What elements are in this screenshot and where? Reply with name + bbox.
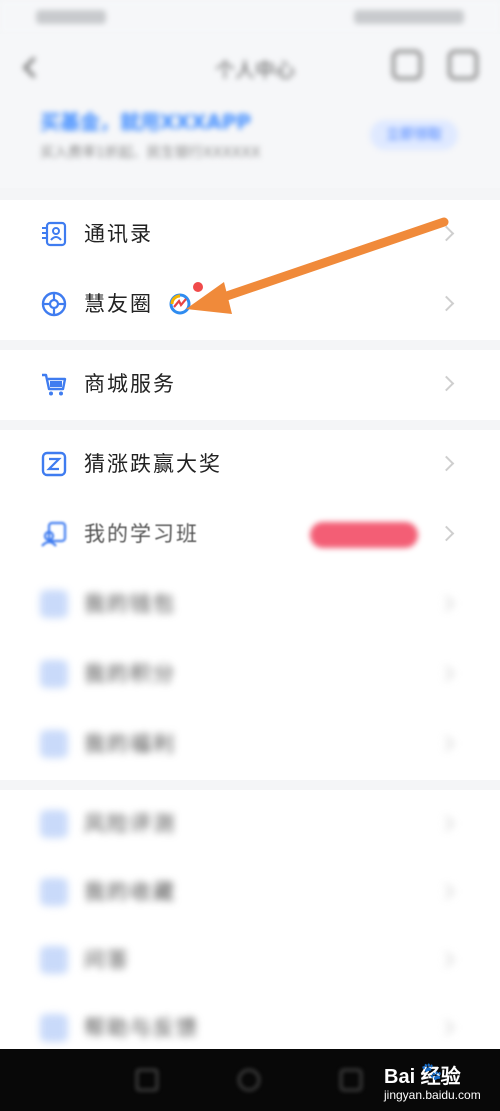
chevron-right-icon	[438, 1019, 455, 1036]
status-time	[36, 10, 106, 24]
menu-item-label: 帮助与反馈	[84, 1016, 199, 1040]
nav-recents-button[interactable]	[340, 1069, 362, 1091]
hot-badge-icon	[169, 293, 191, 315]
menu-item-label: 慧友圈	[84, 292, 153, 316]
menu-item-blurred[interactable]: 我的收藏	[0, 858, 500, 928]
nav-back-button[interactable]	[136, 1069, 158, 1091]
page-title: 个人中心	[215, 58, 295, 82]
paw-icon: 🐾	[421, 1062, 443, 1082]
new-notification-dot	[193, 282, 203, 292]
menu-item-blurred[interactable]: 风险评测	[0, 790, 500, 860]
promo-banner[interactable]: 买基金，就用XXXAPP 买入费率1折起、民生银行XXXXXX 立即领取	[0, 100, 500, 188]
chevron-right-icon	[438, 883, 455, 900]
status-icons	[354, 10, 464, 24]
wallet-icon	[40, 590, 68, 618]
menu-item-label: 通讯录	[84, 222, 153, 246]
menu-item-mall[interactable]: 商城服务	[0, 350, 500, 420]
menu-item-label: 我的钱包	[84, 592, 176, 616]
menu-group-activities: 猜涨跌赢大奖 我的学习班 我的钱包 我的积分 我的福利	[0, 430, 500, 780]
menu-item-label: 我的福利	[84, 732, 176, 756]
banner-subtitle: 买入费率1折起、民生银行XXXXXX	[40, 145, 261, 161]
menu-item-study[interactable]: 我的学习班	[0, 500, 500, 570]
gift-icon	[40, 730, 68, 758]
contacts-icon	[42, 221, 67, 247]
menu-item-blurred[interactable]: 我的福利	[0, 710, 500, 780]
chevron-right-icon	[438, 735, 455, 752]
risk-icon	[40, 810, 68, 838]
question-icon	[40, 946, 68, 974]
points-icon	[40, 660, 68, 688]
chevron-right-icon	[438, 375, 455, 392]
chevron-right-icon	[438, 225, 455, 242]
menu-item-moments[interactable]: 慧友圈	[0, 270, 500, 340]
menu-item-blurred[interactable]: 问答	[0, 926, 500, 996]
menu-item-blurred[interactable]: 我的积分	[0, 640, 500, 710]
menu-item-label: 我的学习班	[84, 522, 199, 546]
cart-icon	[42, 373, 67, 396]
help-icon	[40, 1014, 68, 1042]
chevron-right-icon	[438, 525, 455, 542]
service-icon[interactable]	[392, 50, 422, 80]
star-icon	[40, 878, 68, 906]
nav-home-button[interactable]	[238, 1069, 260, 1091]
guess-icon	[41, 451, 67, 477]
menu-item-blurred[interactable]: 我的钱包	[0, 570, 500, 640]
chevron-right-icon	[438, 815, 455, 832]
status-bar	[0, 0, 500, 34]
watermark: Bai 经验 🐾 jingyan.baidu.com	[384, 1060, 496, 1106]
menu-item-contacts[interactable]: 通讯录	[0, 200, 500, 270]
menu-group-other: 风险评测 我的收藏 问答 帮助与反馈	[0, 790, 500, 1049]
settings-icon[interactable]	[448, 50, 478, 80]
chevron-right-icon	[438, 295, 455, 312]
back-icon[interactable]	[16, 52, 46, 82]
menu-item-label: 我的积分	[84, 662, 176, 686]
promo-tag	[310, 522, 418, 548]
chevron-right-icon	[438, 951, 455, 968]
menu-item-label: 商城服务	[84, 372, 176, 396]
menu-item-label: 问答	[84, 948, 130, 972]
banner-title: 买基金，就用XXXAPP	[40, 110, 252, 134]
menu-group-mall: 商城服务	[0, 350, 500, 420]
study-icon	[41, 521, 67, 547]
menu-group-social: 通讯录 慧友圈	[0, 200, 500, 340]
chevron-right-icon	[438, 665, 455, 682]
banner-button[interactable]: 立即领取	[370, 120, 458, 150]
chevron-right-icon	[438, 455, 455, 472]
top-bar: 个人中心	[0, 34, 500, 100]
watermark-site: jingyan.baidu.com	[384, 1088, 481, 1102]
moments-icon	[41, 291, 67, 317]
menu-item-label: 风险评测	[84, 812, 176, 836]
chevron-right-icon	[438, 595, 455, 612]
menu-item-guess[interactable]: 猜涨跌赢大奖	[0, 430, 500, 500]
menu-item-label: 我的收藏	[84, 880, 176, 904]
menu-item-label: 猜涨跌赢大奖	[84, 452, 222, 476]
